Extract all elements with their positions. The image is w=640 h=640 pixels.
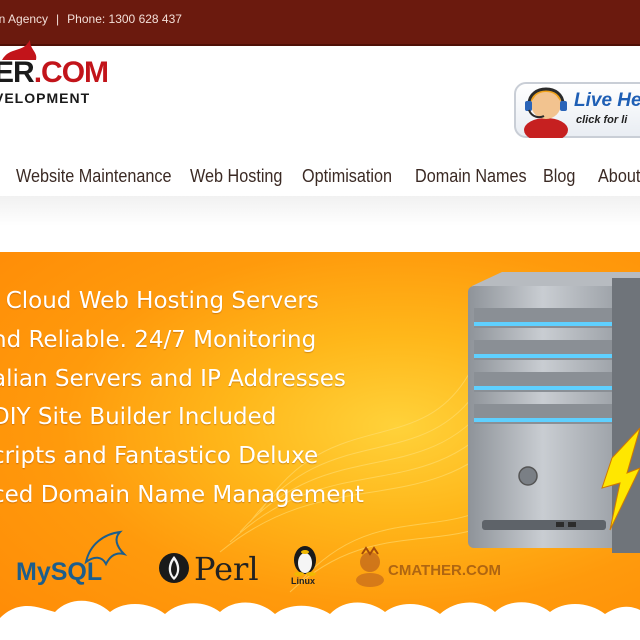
nav-item-blog[interactable]: Blog: [543, 166, 575, 187]
feature-line: alian Servers and IP Addresses: [0, 365, 346, 392]
live-help-button[interactable]: Live He click for li: [504, 76, 640, 138]
feature-line: cripts and Fantastico Deluxe: [0, 443, 319, 470]
logo-subtitle: VELOPMENT: [0, 90, 91, 106]
agency-text: gn Agency: [0, 12, 49, 26]
live-help-title: Live He: [574, 90, 640, 111]
site-logo[interactable]: ER.COM VELOPMENT: [0, 40, 109, 106]
nav-item-about[interactable]: About: [598, 166, 640, 187]
cmather-mascot-icon: [356, 546, 384, 587]
flame-icon: [2, 40, 37, 60]
main-nav: Website Maintenance Web Hosting Optimisa…: [0, 160, 640, 194]
cmather-logo-text: CMATHER.COM: [388, 562, 502, 579]
nav-item-website-maintenance[interactable]: Website Maintenance: [16, 166, 172, 187]
tux-penguin-icon: [294, 546, 316, 576]
nav-shadow: [0, 196, 640, 226]
logo-main-red: .COM: [33, 56, 109, 89]
logo-wordmark: ER.COM: [0, 56, 109, 89]
perl-logo-text: Perl: [194, 550, 259, 588]
nav-item-optimisation[interactable]: Optimisation: [302, 166, 392, 187]
top-bar: gn Agency | Phone: 1300 628 437: [0, 0, 640, 46]
feature-line: ced Domain Name Management: [0, 481, 364, 508]
live-help-subtitle: click for li: [576, 114, 628, 126]
nav-item-web-hosting[interactable]: Web Hosting: [190, 166, 282, 187]
feature-line: DIY Site Builder Included: [0, 404, 277, 431]
divider: |: [56, 12, 60, 26]
hosting-banner[interactable]: l Cloud Web Hosting Servers nd Reliable.…: [0, 252, 640, 640]
dolphin-icon: [84, 530, 128, 567]
mysql-my: My: [16, 558, 51, 586]
phone-link[interactable]: Phone: 1300 628 437: [67, 12, 182, 26]
nav-item-domain-names[interactable]: Domain Names: [415, 166, 527, 187]
onion-icon: [159, 553, 189, 583]
feature-line: nd Reliable. 24/7 Monitoring: [0, 326, 317, 353]
feature-line: l Cloud Web Hosting Servers: [0, 288, 319, 314]
support-agent-icon: [524, 87, 568, 138]
banner-features: l Cloud Web Hosting Servers nd Reliable.…: [0, 282, 364, 515]
technology-logos: MySQL Perl Linux CMATHER.COM: [0, 520, 640, 590]
linux-logo-text: Linux: [291, 576, 315, 586]
top-bar-text: gn Agency | Phone: 1300 628 437: [0, 12, 182, 26]
cloud-border: [0, 600, 640, 640]
